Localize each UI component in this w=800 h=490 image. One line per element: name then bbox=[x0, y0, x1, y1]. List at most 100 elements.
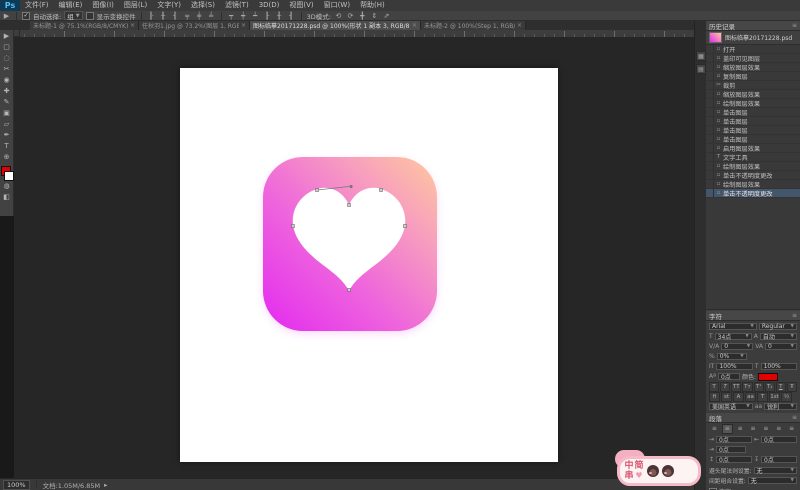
3d-scale-icon[interactable]: ⇗ bbox=[382, 12, 391, 20]
history-brush-source-cell[interactable] bbox=[706, 126, 714, 134]
close-icon[interactable]: × bbox=[241, 22, 246, 29]
move-tool[interactable]: ▶ bbox=[1, 32, 13, 41]
3d-rotate-icon[interactable]: ⟲ bbox=[334, 12, 343, 20]
align-center-text-icon[interactable]: ≡ bbox=[721, 423, 733, 434]
vertical-scale-field[interactable]: 100% bbox=[716, 363, 753, 370]
underline-button[interactable]: T bbox=[775, 381, 786, 392]
anchor-point[interactable] bbox=[291, 224, 295, 228]
stylistic-alternates-button[interactable]: A bbox=[733, 391, 744, 402]
document-tab-2[interactable]: 任秋羽1.jpg @ 73.2%(图层 1, RGB/8#) * × bbox=[139, 21, 250, 30]
eraser-tool[interactable]: ▱ bbox=[1, 120, 13, 129]
3d-roll-icon[interactable]: ⟳ bbox=[346, 12, 355, 20]
history-brush-source-cell[interactable] bbox=[706, 162, 714, 170]
tool-preset-icon[interactable]: ▶ bbox=[2, 12, 11, 20]
eyedropper-tool[interactable]: ◉ bbox=[1, 76, 13, 85]
distribute-vcenter-icon[interactable]: ┿ bbox=[239, 12, 248, 20]
auto-select-checkbox[interactable]: ✓ bbox=[22, 11, 30, 20]
distribute-right-icon[interactable]: ┨ bbox=[287, 12, 296, 20]
align-left-edges-icon[interactable]: ╟ bbox=[147, 12, 156, 20]
ligatures-button[interactable]: fi bbox=[709, 391, 720, 402]
status-arrow-icon[interactable]: ▸ bbox=[104, 481, 107, 489]
heart-path[interactable] bbox=[289, 185, 411, 297]
3d-drag-icon[interactable]: ╋ bbox=[358, 12, 367, 20]
history-brush-source-cell[interactable] bbox=[706, 54, 714, 62]
pen-tool[interactable]: ✒ bbox=[1, 131, 13, 140]
document-tab-active[interactable]: 图标临摹20171228.psd @ 100%(形状 1 副本 3, RGB/8… bbox=[250, 21, 421, 30]
bezier-handle-point[interactable] bbox=[349, 185, 353, 189]
styles-panel-icon[interactable]: ▤ bbox=[696, 64, 706, 74]
history-brush-source-cell[interactable] bbox=[706, 108, 714, 116]
text-color-swatch[interactable] bbox=[757, 372, 778, 381]
auto-select-dropdown[interactable]: 组 ▼ bbox=[64, 11, 83, 21]
type-tool[interactable]: T bbox=[1, 142, 13, 151]
history-brush-source-cell[interactable] bbox=[706, 153, 714, 161]
anchor-point[interactable] bbox=[347, 288, 351, 292]
history-state-row[interactable]: ▫ 启用图层效果 bbox=[706, 144, 800, 153]
anchor-point[interactable] bbox=[347, 203, 351, 207]
right-indent-field[interactable]: 0点 bbox=[761, 436, 797, 444]
menu-layer[interactable]: 图层(L) bbox=[119, 0, 152, 11]
distribute-top-icon[interactable]: ┯ bbox=[227, 12, 236, 20]
justify-last-right-icon[interactable]: ≡ bbox=[773, 424, 784, 434]
history-state-row[interactable]: ▫ 单击图层 bbox=[706, 117, 800, 126]
history-brush-source-cell[interactable] bbox=[706, 90, 714, 98]
lasso-tool[interactable]: ◌ bbox=[1, 54, 13, 63]
close-icon[interactable]: × bbox=[130, 22, 135, 29]
menu-file[interactable]: 文件(F) bbox=[20, 0, 54, 11]
font-family-dropdown[interactable]: Arial ▼ bbox=[709, 323, 757, 330]
background-color-swatch[interactable] bbox=[3, 171, 14, 181]
justify-last-left-icon[interactable]: ≡ bbox=[748, 424, 759, 434]
superscript-button[interactable]: T¹ bbox=[753, 381, 764, 392]
align-h-centers-icon[interactable]: ╫ bbox=[159, 12, 168, 20]
mojikumi-dropdown[interactable]: 无 ▼ bbox=[747, 477, 797, 485]
history-brush-source-cell[interactable] bbox=[706, 99, 714, 107]
space-before-field[interactable]: 0点 bbox=[716, 456, 752, 464]
adjustments-panel-icon[interactable]: ▦ bbox=[696, 51, 706, 61]
3d-slide-icon[interactable]: ⇕ bbox=[370, 12, 379, 20]
faux-bold-button[interactable]: T bbox=[709, 381, 720, 392]
clone-stamp-tool[interactable]: ▣ bbox=[1, 109, 13, 118]
faux-italic-button[interactable]: T bbox=[720, 381, 731, 392]
history-brush-source-cell[interactable] bbox=[706, 144, 714, 152]
align-left-text-icon[interactable]: ≡ bbox=[709, 424, 720, 434]
menu-edit[interactable]: 编辑(E) bbox=[54, 0, 88, 11]
kinsoku-dropdown[interactable]: 无 ▼ bbox=[753, 467, 797, 475]
document-canvas[interactable] bbox=[180, 68, 558, 462]
contextual-alternates-button[interactable]: st bbox=[721, 391, 732, 402]
menu-image[interactable]: 图像(I) bbox=[87, 0, 119, 11]
align-v-centers-icon[interactable]: ╪ bbox=[195, 12, 204, 20]
distribute-hcenter-icon[interactable]: ╂ bbox=[275, 12, 284, 20]
screen-mode-icon[interactable]: ◧ bbox=[1, 193, 13, 202]
baseline-shift-field[interactable]: 0点 bbox=[717, 373, 740, 381]
align-bottom-edges-icon[interactable]: ╧ bbox=[207, 12, 216, 20]
marquee-tool[interactable]: ▢ bbox=[1, 43, 13, 52]
distribute-left-icon[interactable]: ┠ bbox=[263, 12, 272, 20]
panel-menu-icon[interactable]: ≡ bbox=[792, 22, 797, 29]
history-state-row-selected[interactable]: ▫ 单击不透明度更改 bbox=[706, 189, 800, 198]
titling-alternates-button[interactable]: aa bbox=[745, 391, 756, 402]
history-brush-source-cell[interactable] bbox=[706, 171, 714, 179]
align-right-text-icon[interactable]: ≡ bbox=[735, 424, 746, 434]
panel-menu-icon[interactable]: ≡ bbox=[792, 312, 797, 319]
subscript-button[interactable]: T₁ bbox=[764, 381, 775, 392]
align-top-edges-icon[interactable]: ╤ bbox=[183, 12, 192, 20]
proportional-spacing-field[interactable]: 0% ▼ bbox=[716, 353, 747, 360]
panel-menu-icon[interactable]: ≡ bbox=[792, 414, 797, 421]
path-selection-tool[interactable]: ⊕ bbox=[1, 153, 13, 162]
font-size-field[interactable]: 34点 ▼ bbox=[714, 333, 752, 341]
history-state-row[interactable]: ▫ 缩放图层效果 bbox=[706, 63, 800, 72]
anchor-point[interactable] bbox=[379, 188, 383, 192]
small-caps-button[interactable]: Tᴛ bbox=[742, 381, 753, 392]
history-state-row[interactable]: ▫ 绘制图层效果 bbox=[706, 99, 800, 108]
anchor-point[interactable] bbox=[315, 188, 319, 192]
history-brush-source-cell[interactable] bbox=[706, 117, 714, 125]
fractions-button[interactable]: ½ bbox=[781, 391, 792, 402]
history-brush-source-cell[interactable] bbox=[706, 45, 714, 53]
swash-button[interactable]: T bbox=[757, 391, 768, 402]
align-right-edges-icon[interactable]: ╢ bbox=[171, 12, 180, 20]
menu-select[interactable]: 选择(S) bbox=[186, 0, 220, 11]
first-line-indent-field[interactable]: 0点 bbox=[716, 446, 747, 454]
horizontal-scale-field[interactable]: 100% bbox=[760, 363, 798, 370]
document-tab-4[interactable]: 未标题-2 @ 100%(Step 1, RGB/8) * × bbox=[421, 21, 526, 30]
history-brush-source-cell[interactable] bbox=[706, 81, 714, 89]
